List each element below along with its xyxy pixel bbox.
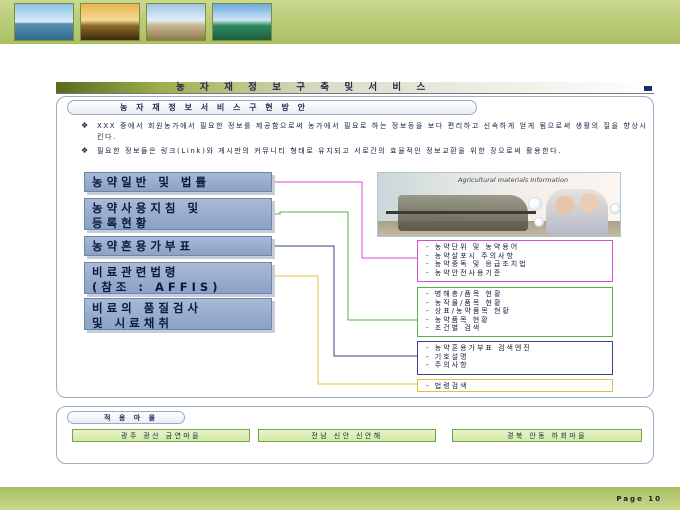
detail-link[interactable]: - 병해충/품목 현황: [426, 290, 612, 299]
people-graphic: [546, 189, 608, 235]
category-label: 비료의 품질검사: [92, 301, 203, 315]
category-label: (참조 : AFFIS): [92, 280, 222, 294]
bubble-graphic: [528, 197, 542, 211]
category-label: 등록현황: [92, 216, 151, 230]
detail-link[interactable]: - 상표/농약품목 현황: [426, 307, 612, 316]
connector-yellow: [272, 275, 417, 385]
category-pesticide-general[interactable]: 농약일반 및 법률: [84, 172, 272, 192]
category-label: 농약사용지침 및: [92, 201, 203, 215]
bubble-graphic: [610, 203, 620, 214]
detail-box-registration: - 병해충/품목 현황 - 농작물/품목 현황 - 상표/농약품목 현황 - 농…: [417, 287, 613, 337]
category-label: 농약일반 및 법률: [92, 175, 211, 189]
category-pesticide-mixing[interactable]: 농약혼용가부표: [84, 236, 272, 256]
detail-box-pesticide-general: - 농약단위 및 농약용어 - 농약살포시 주의사항 - 농약중독 및 응급조치…: [417, 240, 613, 282]
detail-link[interactable]: - 농약단위 및 농약용어: [426, 243, 612, 252]
villages-heading: 적 용 마 을: [104, 414, 159, 422]
detail-link[interactable]: - 농작물/품목 현황: [426, 299, 612, 308]
agricultural-info-image: Agricultural materials Information: [377, 172, 621, 237]
detail-link[interactable]: - 농약품목 현황: [426, 316, 612, 325]
detail-link[interactable]: - 농약안전사용기준: [426, 269, 612, 278]
category-label: 및 시료채취: [92, 316, 173, 330]
category-fertilizer-quality[interactable]: 비료의 품질검사 및 시료채취: [84, 298, 272, 330]
detail-link[interactable]: - 조건별 검색: [426, 324, 612, 333]
category-pesticide-guidelines[interactable]: 농약사용지침 및 등록현황: [84, 198, 272, 230]
detail-link[interactable]: - 농약살포시 주의사항: [426, 252, 612, 261]
detail-link[interactable]: - 주의사항: [426, 361, 612, 370]
detail-box-mixing: - 농약혼용가부표 검색엔진 - 기호설명 - 주의사항: [417, 341, 613, 375]
sprayer-boom-graphic: [386, 211, 536, 214]
category-label: 농약혼용가부표: [92, 239, 195, 253]
detail-link[interactable]: - 법령검색: [426, 382, 612, 391]
bubble-graphic: [534, 217, 544, 227]
category-fertilizer-law[interactable]: 비료관련법령 (참조 : AFFIS): [84, 262, 272, 294]
village-button[interactable]: 경북 안동 하회마을: [452, 429, 642, 442]
village-button[interactable]: 전남 신안 신안해: [258, 429, 436, 442]
page-number: Page 10: [616, 495, 662, 503]
village-button[interactable]: 광주 광산 금연마을: [72, 429, 250, 442]
villages-heading-pill: 적 용 마 을: [67, 411, 185, 424]
detail-link[interactable]: - 기호설명: [426, 353, 612, 362]
category-label: 비료관련법령: [92, 265, 180, 279]
connector-navy: [272, 245, 417, 357]
detail-link[interactable]: - 농약혼용가부표 검색엔진: [426, 344, 612, 353]
image-caption: Agricultural materials Information: [458, 176, 569, 184]
detail-box-law: - 법령검색: [417, 379, 613, 392]
bottom-banner: Page 10: [0, 487, 680, 510]
detail-link[interactable]: - 농약중독 및 응급조치법: [426, 260, 612, 269]
